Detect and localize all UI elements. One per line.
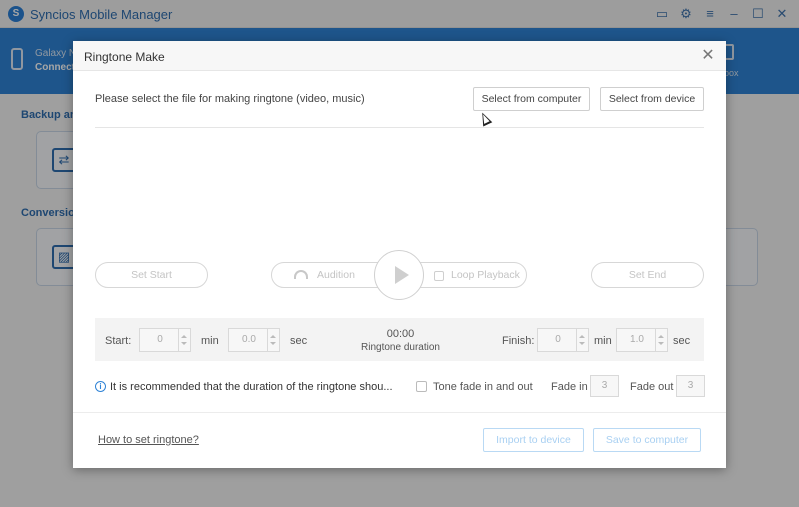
finish-sec-unit: sec bbox=[673, 335, 691, 347]
audition-label[interactable]: Audition bbox=[317, 263, 355, 287]
dialog-header: Ringtone Make ✕ bbox=[73, 41, 726, 71]
import-to-device-button[interactable]: Import to device bbox=[483, 428, 584, 452]
start-min-unit: min bbox=[201, 335, 219, 347]
stepper-arrows-icon[interactable] bbox=[655, 329, 667, 351]
loop-playback-checkbox[interactable] bbox=[434, 271, 444, 281]
save-to-computer-button[interactable]: Save to computer bbox=[593, 428, 701, 452]
start-sec-unit: sec bbox=[290, 335, 308, 347]
dialog-close-icon[interactable]: ✕ bbox=[699, 47, 717, 65]
select-file-prompt: Please select the file for making ringto… bbox=[95, 93, 365, 105]
tone-fade-label[interactable]: Tone fade in and out bbox=[433, 381, 533, 393]
stepper-arrows-icon[interactable] bbox=[576, 329, 588, 351]
start-label: Start: bbox=[105, 335, 132, 347]
info-icon: i bbox=[95, 381, 106, 392]
finish-label: Finish: bbox=[502, 335, 535, 347]
play-button[interactable] bbox=[374, 250, 424, 300]
divider bbox=[95, 127, 704, 128]
footer-divider bbox=[73, 412, 726, 413]
dialog-title: Ringtone Make bbox=[84, 50, 165, 64]
start-min-value: 0 bbox=[157, 334, 163, 345]
finish-min-stepper[interactable]: 0 bbox=[537, 328, 589, 352]
start-sec-value: 0.0 bbox=[242, 334, 256, 345]
fade-in-label: Fade in bbox=[551, 381, 588, 393]
ringtone-duration-label: Ringtone duration bbox=[361, 342, 440, 353]
select-from-computer-button[interactable]: Select from computer bbox=[473, 87, 590, 111]
stepper-arrows-icon[interactable] bbox=[267, 329, 279, 351]
tone-fade-checkbox[interactable] bbox=[416, 381, 427, 392]
finish-sec-stepper[interactable]: 1.0 bbox=[616, 328, 668, 352]
fade-out-label: Fade out bbox=[630, 381, 674, 393]
start-sec-stepper[interactable]: 0.0 bbox=[228, 328, 280, 352]
fade-out-input[interactable]: 3 bbox=[676, 375, 705, 397]
finish-min-value: 0 bbox=[555, 334, 561, 345]
finish-sec-value: 1.0 bbox=[630, 334, 644, 345]
set-end-button[interactable]: Set End bbox=[591, 262, 704, 288]
select-from-device-button[interactable]: Select from device bbox=[600, 87, 704, 111]
headphones-icon bbox=[294, 270, 308, 279]
duration-recommendation: It is recommended that the duration of t… bbox=[110, 381, 393, 393]
stepper-arrows-icon[interactable] bbox=[178, 329, 190, 351]
how-to-set-ringtone-link[interactable]: How to set ringtone? bbox=[98, 434, 199, 446]
finish-min-unit: min bbox=[594, 335, 612, 347]
loop-playback-label[interactable]: Loop Playback bbox=[451, 263, 520, 287]
fade-in-input[interactable]: 3 bbox=[590, 375, 619, 397]
play-icon bbox=[395, 266, 409, 284]
ringtone-duration-time: 00:00 bbox=[386, 328, 415, 340]
ringtone-make-dialog: Ringtone Make ✕ Please select the file f… bbox=[73, 41, 726, 468]
start-min-stepper[interactable]: 0 bbox=[139, 328, 191, 352]
set-start-button[interactable]: Set Start bbox=[95, 262, 208, 288]
